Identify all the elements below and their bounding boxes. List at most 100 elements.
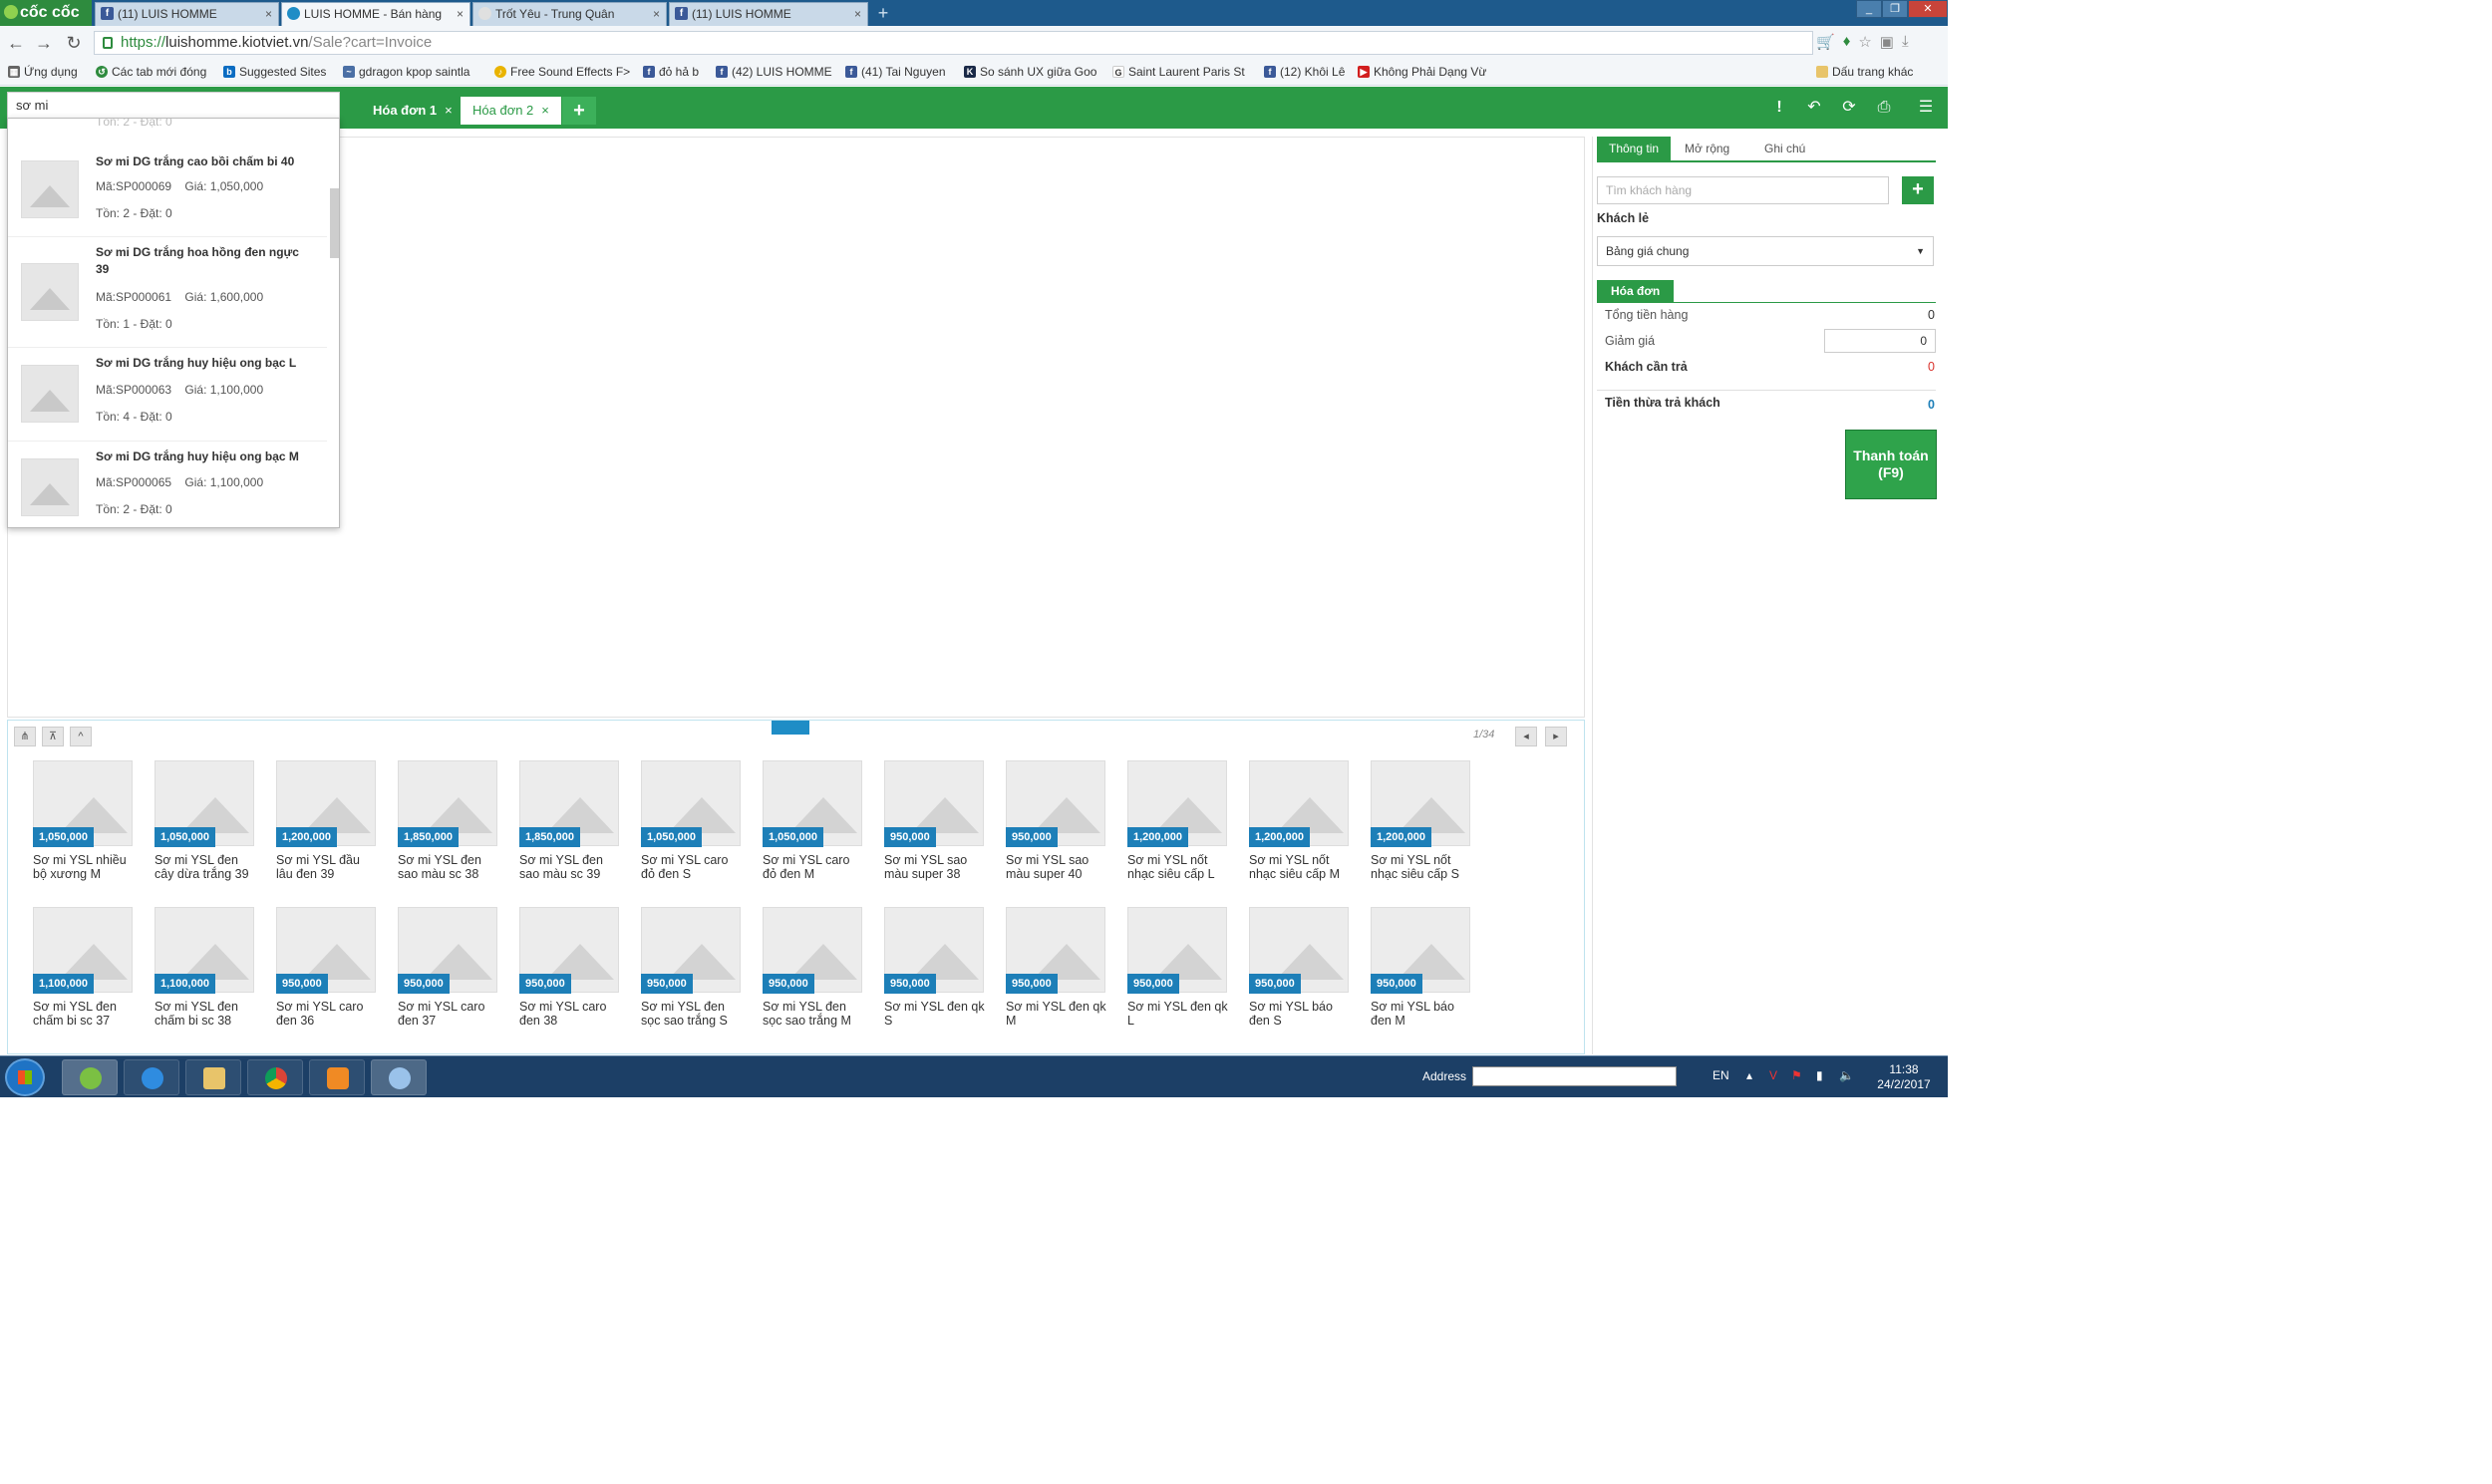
clock[interactable]: 11:38 24/2/2017 — [1869, 1062, 1939, 1092]
bookmark-gdragon[interactable]: ~ gdragon kpop saintla — [343, 65, 469, 79]
product-price-badge: 950,000 — [763, 974, 814, 994]
bookmark-ux[interactable]: K So sánh UX giữa Goo — [964, 65, 1096, 79]
taskbar-media[interactable] — [309, 1059, 365, 1095]
product-name: Sơ mi YSL caro đen 36 — [276, 1000, 364, 1028]
collapse-icon[interactable]: ^ — [70, 727, 92, 746]
flag-icon[interactable]: ⚑ — [1791, 1068, 1802, 1082]
tab-extended[interactable]: Mở rộng — [1673, 137, 1741, 160]
restore-icon[interactable]: ❐ — [1882, 0, 1908, 18]
google-icon: G — [1112, 66, 1124, 78]
tab-info[interactable]: Thông tin — [1597, 137, 1672, 160]
bookmark-fb-2[interactable]: f (42) LUIS HOMME — [716, 65, 832, 79]
search-result-item[interactable]: Sơ mi DG trắng cao bồi chấm bi 40 Mã:SP0… — [8, 144, 327, 237]
invoice-tab-2[interactable]: Hóa đơn 2 × — [461, 97, 561, 125]
ie-icon — [142, 1067, 163, 1089]
prev-page-icon[interactable]: ◂ — [1515, 727, 1537, 746]
bookmark-label: Saint Laurent Paris St — [1128, 65, 1245, 79]
folder-icon — [1816, 66, 1828, 78]
invoice-tab-1[interactable]: Hóa đơn 1 × — [361, 97, 465, 125]
cart-icon[interactable]: 🛒 — [1816, 33, 1835, 51]
product-search-input[interactable]: sơ mi — [7, 92, 340, 120]
taskbar-ie[interactable] — [124, 1059, 179, 1095]
product-price-badge: 1,050,000 — [33, 827, 94, 847]
bookmark-label: Các tab mới đóng — [112, 65, 207, 79]
minimize-icon[interactable]: _ — [1856, 0, 1882, 18]
menu-icon[interactable]: ☰ — [1914, 96, 1938, 120]
add-customer-button[interactable]: + — [1902, 176, 1934, 204]
network-icon[interactable]: ▮ — [1816, 1068, 1823, 1082]
close-window-icon[interactable]: ✕ — [1908, 0, 1948, 18]
browser-tab-1[interactable]: f (11) LUIS HOMME × — [95, 2, 279, 26]
bookmark-recent-tabs[interactable]: ↺ Các tab mới đóng — [96, 65, 206, 79]
browser-tab-2[interactable]: LUIS HOMME - Bán hàng × — [281, 2, 470, 26]
result-name: Sơ mi DG trắng huy hiệu ong bạc M — [96, 449, 299, 463]
browser-tab-4[interactable]: f (11) LUIS HOMME × — [669, 2, 868, 26]
taskbar-chrome[interactable] — [247, 1059, 303, 1095]
bookmark-fb-1[interactable]: f đỏ hả b — [643, 65, 699, 79]
print-icon[interactable]: ⎙ — [1872, 96, 1896, 120]
taskbar-explorer[interactable] — [185, 1059, 241, 1095]
bookmark-google[interactable]: G Saint Laurent Paris St — [1112, 65, 1245, 79]
add-invoice-button[interactable]: + — [562, 97, 596, 125]
bookmark-suggested[interactable]: b Suggested Sites — [223, 65, 326, 79]
dropdown-scrollbar[interactable] — [330, 188, 339, 258]
filter-icon[interactable]: ⊼ — [42, 727, 64, 746]
reload-icon[interactable]: ↻ — [64, 33, 84, 53]
save-icon[interactable]: ▣ — [1880, 33, 1894, 51]
browser-brand[interactable]: cốc cốc — [0, 0, 92, 26]
tray-expand-icon[interactable]: ▴ — [1746, 1068, 1752, 1082]
search-result-item[interactable]: Sơ mi DG trắng huy hiệu ong bạc L Mã:SP0… — [8, 348, 327, 442]
bookmark-fb-4[interactable]: f (12) Khôi Lê — [1264, 65, 1345, 79]
discount-input[interactable]: 0 — [1824, 329, 1936, 353]
facebook-icon: f — [101, 7, 114, 20]
browser-tab-3[interactable]: Trốt Yêu - Trung Quân × — [472, 2, 667, 26]
forward-icon[interactable]: → — [34, 33, 54, 53]
taskbar-paint[interactable] — [371, 1059, 427, 1095]
product-name: Sơ mi YSL nốt nhạc siêu cấp M — [1249, 853, 1341, 881]
bookmark-fb-3[interactable]: f (41) Tai Nguyen — [845, 65, 946, 79]
bookmark-other[interactable]: Dấu trang khác — [1816, 65, 1913, 79]
address-input[interactable] — [1472, 1066, 1677, 1086]
brand-label: cốc cốc — [20, 4, 80, 21]
site-icon: K — [964, 66, 976, 78]
download-icon[interactable]: ⤓ — [1902, 33, 1909, 51]
next-page-icon[interactable]: ▸ — [1545, 727, 1567, 746]
extension-icon[interactable]: ♦ — [1843, 33, 1851, 51]
language-indicator[interactable]: EN — [1713, 1068, 1729, 1082]
undo-icon[interactable]: ↶ — [1802, 96, 1826, 120]
pay-button[interactable]: Thanh toán (F9) — [1845, 430, 1937, 499]
price-list-select[interactable]: Bảng giá chung ▼ — [1597, 236, 1934, 266]
star-icon[interactable]: ☆ — [1858, 33, 1871, 51]
back-icon[interactable]: ← — [6, 33, 26, 53]
panel-pull-handle[interactable] — [772, 721, 809, 735]
new-tab-button[interactable]: + — [872, 4, 894, 22]
bookmark-sound-effects[interactable]: ♪ Free Sound Effects F> — [494, 65, 630, 79]
close-icon[interactable]: × — [541, 103, 549, 118]
refresh-icon[interactable]: ⟳ — [1837, 96, 1861, 120]
url-actions: 🛒 ♦ ☆ ▣ ⤓ — [1816, 33, 1909, 51]
invoice-section-header: Hóa đơn — [1597, 280, 1675, 302]
antivirus-icon[interactable]: V — [1769, 1068, 1777, 1082]
search-result-item[interactable]: Sơ mi DG trắng huy hiệu ong bạc M Mã:SP0… — [8, 442, 327, 527]
product-name: Sơ mi YSL đen cây dừa trắng 39 — [155, 853, 249, 881]
url-field[interactable]: https://luishomme.kiotviet.vn/Sale?cart=… — [94, 31, 1813, 55]
bookmark-youtube[interactable]: ▶ Không Phải Dạng Vừ — [1358, 65, 1486, 79]
bookmark-apps[interactable]: ▦ Ứng dụng — [8, 65, 78, 79]
customer-search-input[interactable]: Tìm khách hàng — [1597, 176, 1889, 204]
close-icon[interactable]: × — [265, 3, 272, 25]
close-icon[interactable]: × — [445, 103, 453, 118]
close-icon[interactable]: × — [854, 3, 861, 25]
close-icon[interactable]: × — [457, 3, 464, 25]
alert-icon[interactable]: ! — [1767, 96, 1791, 120]
product-name: Sơ mi YSL đen chấm bi sc 38 — [155, 1000, 238, 1028]
tab-notes[interactable]: Ghi chú — [1752, 137, 1817, 160]
taskbar-coccoc[interactable] — [62, 1059, 118, 1095]
category-tree-icon[interactable]: ⋔ — [14, 727, 36, 746]
volume-icon[interactable]: 🔈 — [1839, 1068, 1854, 1082]
search-result-item[interactable]: Sơ mi DG trắng hoa hồng đen ngực 39 Mã:S… — [8, 237, 327, 348]
product-price-badge: 1,200,000 — [1127, 827, 1188, 847]
start-button[interactable] — [5, 1058, 45, 1096]
close-icon[interactable]: × — [653, 3, 660, 25]
result-stock: Tồn: 2 - Đặt: 0 — [96, 502, 172, 516]
product-name: Sơ mi YSL đen sọc sao trắng S — [641, 1000, 728, 1028]
